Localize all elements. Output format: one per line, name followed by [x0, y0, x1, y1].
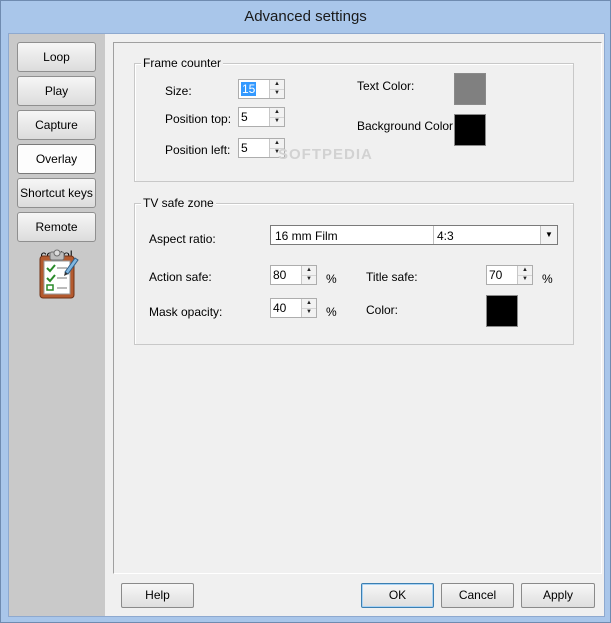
- size-down-arrow-icon[interactable]: ▼: [270, 89, 284, 98]
- cancel-button[interactable]: Cancel: [441, 583, 514, 608]
- action-safe-spin-arrows[interactable]: ▲ ▼: [301, 266, 316, 284]
- ok-button[interactable]: OK: [361, 583, 434, 608]
- size-spinbox[interactable]: 15 ▲ ▼: [238, 79, 285, 99]
- position-top-label: Position top:: [165, 112, 232, 126]
- text-color-label: Text Color:: [357, 79, 415, 93]
- title-safe-unit: %: [542, 272, 553, 286]
- title-safe-label: Title safe:: [366, 270, 418, 284]
- aspect-ratio-selected-ratio: 4:3: [437, 229, 454, 243]
- safe-zone-color-swatch[interactable]: [486, 295, 518, 327]
- size-spin-arrows[interactable]: ▲ ▼: [269, 80, 284, 98]
- aspect-ratio-select[interactable]: 16 mm Film 4:3 ▼: [270, 225, 558, 245]
- action-safe-unit: %: [326, 272, 337, 286]
- action-safe-down-arrow-icon[interactable]: ▼: [302, 275, 316, 284]
- mask-opacity-unit: %: [326, 305, 337, 319]
- aspect-ratio-label: Aspect ratio:: [149, 232, 216, 246]
- frame-counter-group: Frame counter Size: 15 ▲ ▼ Position top:…: [134, 56, 574, 182]
- mask-opacity-value[interactable]: 40: [273, 301, 286, 315]
- title-safe-spinbox[interactable]: 70 ▲ ▼: [486, 265, 533, 285]
- nav-capture-button[interactable]: Capture: [17, 110, 96, 140]
- mask-opacity-spinbox[interactable]: 40 ▲ ▼: [270, 298, 317, 318]
- frame-counter-legend: Frame counter: [141, 56, 224, 70]
- position-top-value[interactable]: 5: [241, 110, 248, 124]
- dropdown-arrow-icon[interactable]: ▼: [540, 226, 557, 244]
- dialog-client-area: Loop Play Capture Overlay Shortcut keys …: [8, 33, 605, 617]
- clipboard-checklist-icon: [37, 248, 79, 300]
- nav-overlay-button[interactable]: Overlay: [17, 144, 96, 174]
- softpedia-watermark: SOFTPEDIA: [278, 146, 373, 163]
- help-button[interactable]: Help: [121, 583, 194, 608]
- position-top-spin-arrows[interactable]: ▲ ▼: [269, 108, 284, 126]
- title-safe-down-arrow-icon[interactable]: ▼: [518, 275, 532, 284]
- tv-safe-zone-group: TV safe zone Aspect ratio: 16 mm Film 4:…: [134, 196, 574, 345]
- aspect-ratio-column-divider: [433, 226, 434, 244]
- position-top-down-arrow-icon[interactable]: ▼: [270, 117, 284, 126]
- title-safe-value[interactable]: 70: [489, 268, 502, 282]
- size-value[interactable]: 15: [241, 82, 257, 96]
- size-label: Size:: [165, 84, 192, 98]
- nav-remote-control-button[interactable]: Remote contol: [17, 212, 96, 262]
- mask-opacity-down-arrow-icon[interactable]: ▼: [302, 308, 316, 317]
- apply-button[interactable]: Apply: [521, 583, 595, 608]
- action-safe-label: Action safe:: [149, 270, 212, 284]
- text-color-swatch[interactable]: [454, 73, 486, 105]
- title-bar[interactable]: Advanced settings: [1, 1, 610, 33]
- tv-safe-zone-legend: TV safe zone: [141, 196, 216, 210]
- aspect-ratio-selected-name: 16 mm Film: [275, 229, 338, 243]
- mask-opacity-spin-arrows[interactable]: ▲ ▼: [301, 299, 316, 317]
- safe-zone-color-label: Color:: [366, 303, 399, 317]
- position-top-spinbox[interactable]: 5 ▲ ▼: [238, 107, 285, 127]
- mask-opacity-label: Mask opacity:: [149, 305, 223, 319]
- nav-loop-button[interactable]: Loop: [17, 42, 96, 72]
- position-left-label: Position left:: [165, 143, 231, 157]
- background-color-label: Background Color:: [357, 119, 457, 133]
- title-safe-spin-arrows[interactable]: ▲ ▼: [517, 266, 532, 284]
- advanced-settings-window: Advanced settings Loop Play Capture Over…: [0, 0, 611, 623]
- overlay-settings-panel: Frame counter Size: 15 ▲ ▼ Position top:…: [113, 42, 602, 574]
- nav-play-button[interactable]: Play: [17, 76, 96, 106]
- background-color-swatch[interactable]: [454, 114, 486, 146]
- position-left-value[interactable]: 5: [241, 141, 248, 155]
- action-safe-value[interactable]: 80: [273, 268, 286, 282]
- action-safe-spinbox[interactable]: 80 ▲ ▼: [270, 265, 317, 285]
- window-title: Advanced settings: [244, 8, 367, 25]
- nav-shortcut-keys-button[interactable]: Shortcut keys: [17, 178, 96, 208]
- settings-nav-panel: Loop Play Capture Overlay Shortcut keys …: [9, 34, 105, 616]
